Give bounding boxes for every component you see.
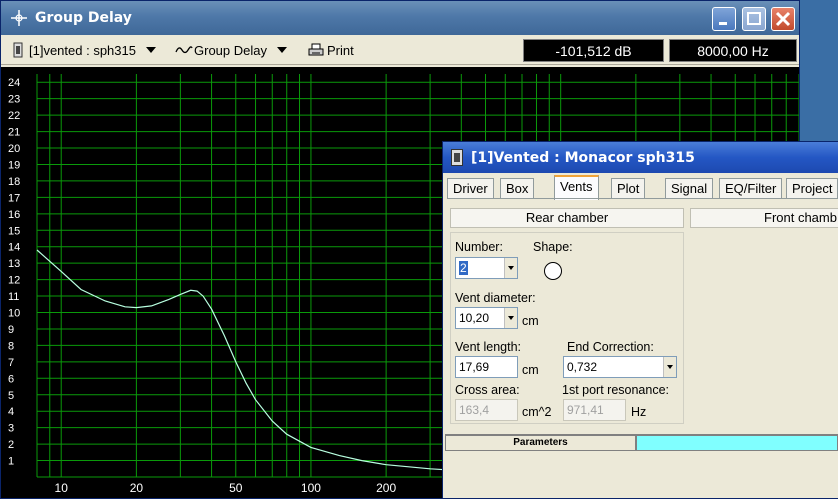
y-tick-label: 8 <box>8 340 14 352</box>
y-tick-label: 2 <box>8 439 14 451</box>
vent-diameter-combo[interactable]: 10,20 <box>455 307 518 329</box>
y-tick-label: 21 <box>8 127 20 139</box>
close-button[interactable] <box>771 7 795 31</box>
vent-length-value: 17,69 <box>459 360 490 374</box>
crosshair-icon <box>11 10 27 26</box>
y-tick-label: 12 <box>8 275 20 287</box>
print-label: Print <box>327 42 354 58</box>
chevron-down-icon[interactable] <box>504 258 517 278</box>
number-label: Number: <box>455 240 503 254</box>
number-combo[interactable]: 2 <box>455 257 518 279</box>
dialog-titlebar[interactable]: [1]Vented : Monacor sph315 <box>443 142 838 173</box>
tab-vents[interactable]: Vents <box>554 175 599 200</box>
main-titlebar[interactable]: Group Delay <box>1 1 799 35</box>
y-tick-label: 15 <box>8 225 20 237</box>
status-progress-bar <box>636 435 838 451</box>
tab-project[interactable]: Project <box>786 178 838 199</box>
y-tick-label: 7 <box>8 357 14 369</box>
shape-label: Shape: <box>533 240 573 254</box>
vent-length-label: Vent length: <box>455 340 522 354</box>
wave-icon <box>175 46 193 54</box>
speaker-icon <box>13 42 23 58</box>
tab-eq-filter[interactable]: EQ/Filter <box>719 178 783 199</box>
y-tick-label: 1 <box>8 456 14 468</box>
tab-plot[interactable]: Plot <box>611 178 646 199</box>
project-selector[interactable]: [1]vented : sph315 <box>13 40 156 60</box>
toolbar: [1]vented : sph315 Group Delay Print -10… <box>1 35 799 65</box>
status-parameters-label: Parameters <box>445 435 636 451</box>
vent-diameter-unit: cm <box>522 314 539 328</box>
db-readout: -101,512 dB <box>523 39 664 62</box>
y-tick-label: 16 <box>8 209 20 221</box>
number-value: 2 <box>459 261 468 275</box>
x-tick-label: 20 <box>130 481 144 495</box>
print-button[interactable]: Print <box>308 40 354 60</box>
y-tick-label: 10 <box>8 308 20 320</box>
graph-label: Group Delay <box>194 42 267 58</box>
vent-diameter-label: Vent diameter: <box>455 291 536 305</box>
y-tick-label: 5 <box>8 390 14 402</box>
y-tick-label: 20 <box>8 143 20 155</box>
y-tick-label: 23 <box>8 94 20 106</box>
y-tick-label: 18 <box>8 176 20 188</box>
speaker-icon <box>451 149 463 166</box>
printer-icon <box>308 43 324 56</box>
x-tick-label: 10 <box>55 481 69 495</box>
close-icon <box>775 11 791 27</box>
chevron-down-icon[interactable] <box>504 308 517 328</box>
port-resonance-value: 971,41 <box>567 403 604 417</box>
tab-driver[interactable]: Driver <box>447 178 494 199</box>
tab-signal[interactable]: Signal <box>665 178 714 199</box>
x-tick-label: 100 <box>301 481 321 495</box>
y-tick-label: 6 <box>8 373 14 385</box>
minimize-icon <box>719 22 727 25</box>
cross-area-label: Cross area: <box>455 383 520 397</box>
y-tick-label: 3 <box>8 423 14 435</box>
chevron-down-icon <box>145 47 156 53</box>
cross-area-field: 163,4 <box>455 399 518 421</box>
y-tick-label: 14 <box>8 242 20 254</box>
y-tick-label: 24 <box>8 77 20 89</box>
y-tick-label: 4 <box>8 406 14 418</box>
end-correction-combo[interactable]: 0,732 <box>563 356 677 378</box>
tab-box[interactable]: Box <box>500 178 535 199</box>
y-tick-label: 19 <box>8 159 20 171</box>
rear-chamber-button[interactable]: Rear chamber <box>450 208 684 228</box>
chevron-down-icon <box>276 47 287 53</box>
x-tick-label: 50 <box>229 481 243 495</box>
dialog-title: [1]Vented : Monacor sph315 <box>471 150 695 166</box>
vent-diameter-value: 10,20 <box>459 311 490 325</box>
end-correction-label: End Correction: <box>567 340 654 354</box>
cross-area-value: 163,4 <box>459 403 490 417</box>
window-title: Group Delay <box>35 10 132 26</box>
y-tick-label: 11 <box>8 291 19 303</box>
y-tick-label: 9 <box>8 324 14 336</box>
chevron-down-icon[interactable] <box>663 357 676 377</box>
maximize-button[interactable] <box>742 7 766 31</box>
port-resonance-unit: Hz <box>631 405 647 419</box>
round-vent-shape-icon[interactable] <box>544 262 562 280</box>
dialog-status-bar: Parameters <box>445 434 838 451</box>
minimize-button[interactable] <box>712 7 736 31</box>
maximize-icon <box>747 12 761 25</box>
y-tick-label: 22 <box>8 110 20 122</box>
vent-length-unit: cm <box>522 363 539 377</box>
end-correction-value: 0,732 <box>567 360 598 374</box>
tab-strip: Driver Box Vents Plot Signal EQ/Filter P… <box>447 175 838 200</box>
front-chamber-button[interactable]: Front chamb <box>690 208 838 228</box>
y-tick-label: 13 <box>8 258 20 270</box>
hz-readout: 8000,00 Hz <box>669 39 797 62</box>
port-resonance-label: 1st port resonance: <box>562 383 670 397</box>
y-tick-label: 17 <box>8 192 20 204</box>
graph-selector[interactable]: Group Delay <box>175 40 287 60</box>
port-resonance-field: 971,41 <box>563 399 626 421</box>
vent-length-field[interactable]: 17,69 <box>455 356 518 378</box>
x-tick-label: 200 <box>376 481 396 495</box>
project-label: [1]vented : sph315 <box>29 42 136 58</box>
cross-area-unit: cm^2 <box>522 405 552 419</box>
